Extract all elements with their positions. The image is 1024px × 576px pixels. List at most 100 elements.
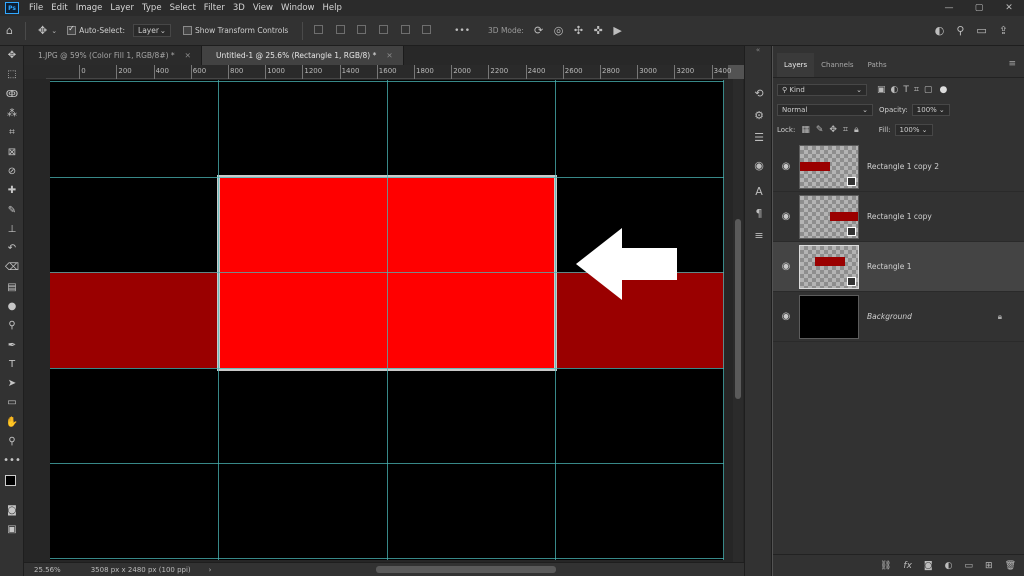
layer-name[interactable]: Background xyxy=(867,312,912,321)
lasso-tool-icon[interactable]: ↂ xyxy=(0,85,24,104)
layer-row-selected[interactable]: ◉ Rectangle 1 xyxy=(773,242,1024,292)
guide-horizontal[interactable] xyxy=(50,368,724,369)
tab-paths[interactable]: Paths xyxy=(861,61,894,77)
foreground-color-swatch[interactable] xyxy=(5,474,16,486)
eye-icon[interactable]: ◉ xyxy=(773,211,799,222)
align-top-icon[interactable] xyxy=(314,25,324,34)
guide-horizontal[interactable] xyxy=(50,81,724,82)
guide-vertical[interactable] xyxy=(387,80,388,560)
menu-3d[interactable]: 3D xyxy=(229,3,249,13)
align-hcenter-icon[interactable] xyxy=(400,25,410,34)
menu-type[interactable]: Type xyxy=(138,3,166,13)
menu-image[interactable]: Image xyxy=(72,3,107,13)
delete-icon[interactable]: 🗑︎ xyxy=(1005,561,1016,571)
menu-help[interactable]: Help xyxy=(319,3,346,13)
collapse-icon[interactable]: « xyxy=(745,46,771,60)
filter-kind-dropdown[interactable]: ⚲ Kind ⌄ xyxy=(777,84,867,96)
layer-row[interactable]: ◉ Rectangle 1 copy xyxy=(773,192,1024,242)
filter-toggle-icon[interactable]: ● xyxy=(939,85,947,95)
zoom-level[interactable]: 25.56% xyxy=(34,566,61,574)
more-tools-icon[interactable]: ••• xyxy=(0,451,24,470)
layer-thumbnail[interactable] xyxy=(799,194,859,239)
eye-icon[interactable]: ◉ xyxy=(773,311,799,322)
dodge-tool-icon[interactable]: ⚲ xyxy=(0,316,24,335)
roll-3d-icon[interactable]: ◎ xyxy=(554,24,564,37)
orbit-3d-icon[interactable]: ⟳ xyxy=(534,24,543,37)
close-icon[interactable]: ✕ xyxy=(185,51,191,60)
crop-tool-icon[interactable]: ⌗ xyxy=(0,123,24,142)
eye-icon[interactable]: ◉ xyxy=(773,161,799,172)
menu-select[interactable]: Select xyxy=(166,3,200,13)
menu-window[interactable]: Window xyxy=(277,3,319,13)
scroll-thumb[interactable] xyxy=(735,219,741,399)
more-options-button[interactable]: ••• xyxy=(454,26,470,36)
minimize-button[interactable]: — xyxy=(934,3,964,13)
vertical-scrollbar[interactable] xyxy=(733,79,743,562)
document-tab[interactable]: 1.JPG @ 59% (Color Fill 1, RGB/8#) * ✕ xyxy=(24,46,202,65)
paragraph-icon[interactable]: ¶ xyxy=(745,202,773,224)
learn-icon[interactable]: ◐ xyxy=(935,24,945,37)
adjustment-layer-icon[interactable]: ◐ xyxy=(945,561,953,571)
blur-tool-icon[interactable]: ● xyxy=(0,297,24,316)
new-group-icon[interactable]: ▭ xyxy=(965,561,974,571)
close-window-button[interactable]: ✕ xyxy=(994,3,1024,13)
layer-thumbnail[interactable] xyxy=(799,244,859,289)
guide-vertical[interactable] xyxy=(555,80,556,560)
guide-vertical[interactable] xyxy=(218,80,219,560)
search-icon[interactable]: ⚲ xyxy=(956,24,964,37)
layer-thumbnail[interactable] xyxy=(799,294,859,339)
new-layer-icon[interactable]: ⊞ xyxy=(985,561,993,571)
gradient-tool-icon[interactable]: ▤ xyxy=(0,278,24,297)
rectangle-tool-icon[interactable]: ▭ xyxy=(0,393,24,412)
fill-input[interactable]: 100% ⌄ xyxy=(894,124,933,136)
status-menu-arrow[interactable]: › xyxy=(209,566,212,574)
panel-menu-icon[interactable]: ≡ xyxy=(1008,59,1016,69)
document-tab-active[interactable]: Untitled-1 @ 25.6% (Rectangle 1, RGB/8) … xyxy=(201,46,404,65)
video-3d-icon[interactable]: ▶ xyxy=(613,24,621,37)
history-brush-tool-icon[interactable]: ↶ xyxy=(0,239,24,258)
type-tool-icon[interactable]: T xyxy=(0,355,24,374)
workspace-icon[interactable]: ▭ xyxy=(976,24,986,37)
guide-horizontal[interactable] xyxy=(50,463,724,464)
color-icon[interactable]: ◉ xyxy=(745,154,773,176)
properties-icon[interactable]: ☰ xyxy=(745,126,773,148)
layer-name[interactable]: Rectangle 1 copy xyxy=(867,212,932,221)
guide-vertical[interactable] xyxy=(723,80,724,560)
maximize-button[interactable]: ▢ xyxy=(964,3,994,13)
auto-select-checkbox[interactable]: Auto-Select: xyxy=(67,24,125,35)
frame-tool-icon[interactable]: ⊠ xyxy=(0,142,24,161)
history-icon[interactable]: ⟲ xyxy=(745,82,773,104)
guide-horizontal[interactable] xyxy=(50,177,724,178)
guide-horizontal[interactable] xyxy=(50,558,724,559)
tab-channels[interactable]: Channels xyxy=(814,61,860,77)
move-tool-icon[interactable]: ✥ xyxy=(0,46,24,65)
menu-view[interactable]: View xyxy=(249,3,277,13)
home-icon[interactable]: ⌂ xyxy=(6,24,13,37)
menu-file[interactable]: File xyxy=(25,3,47,13)
layer-row[interactable]: ◉ Background 🔒︎ xyxy=(773,292,1024,342)
align-right-icon[interactable] xyxy=(422,25,432,34)
checkbox-checked-icon[interactable] xyxy=(67,24,77,35)
zoom-tool-icon[interactable]: ⚲ xyxy=(0,432,24,451)
clone-stamp-tool-icon[interactable]: ⊥ xyxy=(0,220,24,239)
fx-icon[interactable]: fx xyxy=(903,561,912,571)
document-canvas[interactable] xyxy=(50,80,724,560)
drag-3d-icon[interactable]: ✣ xyxy=(574,24,583,37)
menu-edit[interactable]: Edit xyxy=(47,3,71,13)
tab-layers[interactable]: Layers xyxy=(777,53,815,77)
healing-brush-tool-icon[interactable]: ✚ xyxy=(0,181,24,200)
magic-wand-tool-icon[interactable]: ⁂ xyxy=(0,104,24,123)
horizontal-ruler[interactable]: 0 200 400 600 800 1000 1200 1400 1600 1800 2000 220… xyxy=(46,65,731,79)
filter-type-icons[interactable]: ▣◐T⌗▢ xyxy=(877,85,937,95)
pen-tool-icon[interactable]: ✒ xyxy=(0,335,24,354)
menu-layer[interactable]: Layer xyxy=(106,3,138,13)
show-transform-checkbox[interactable]: Show Transform Controls xyxy=(183,26,288,35)
move-tool-icon[interactable]: ✥ xyxy=(38,24,47,37)
quick-mask-icon[interactable]: ◙ xyxy=(0,501,24,520)
menu-filter[interactable]: Filter xyxy=(200,3,229,13)
lock-icons[interactable]: ▦✎✥⌗🔒︎ xyxy=(801,125,864,135)
hand-tool-icon[interactable]: ✋ xyxy=(0,413,24,432)
eyedropper-tool-icon[interactable]: ⊘ xyxy=(0,162,24,181)
eraser-tool-icon[interactable]: ⌫ xyxy=(0,258,24,277)
link-layers-icon[interactable]: ⛓ xyxy=(880,561,891,571)
